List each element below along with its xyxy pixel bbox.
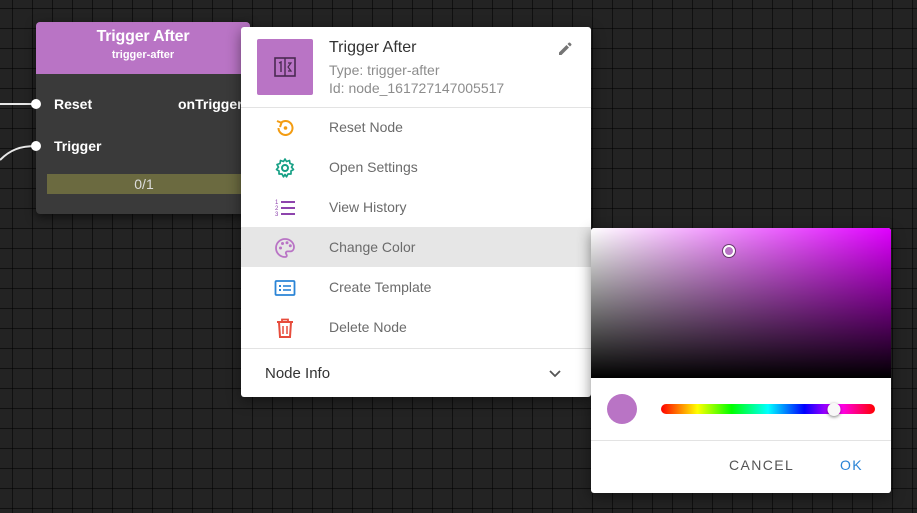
- node-info-toggle[interactable]: Node Info: [265, 365, 330, 382]
- ok-button[interactable]: OK: [840, 457, 863, 473]
- reset-input-port[interactable]: [31, 99, 41, 109]
- node-subtitle: trigger-after: [111, 49, 175, 61]
- menu-item-label: Create Template: [329, 279, 432, 295]
- saturation-value-area[interactable]: [591, 228, 891, 378]
- node-context-menu: Trigger After Type: trigger-after Id: no…: [241, 27, 591, 397]
- menu-item-label: Open Settings: [329, 159, 418, 175]
- svg-text:3: 3: [275, 212, 279, 218]
- menu-item-open-settings[interactable]: Open Settings: [241, 147, 591, 187]
- node-title: Trigger After: [96, 28, 190, 45]
- list-icon: 1 2 3: [275, 200, 295, 218]
- cancel-button[interactable]: CANCEL: [729, 457, 794, 473]
- trigger-input-label: Trigger: [54, 138, 102, 154]
- menu-item-reset-node[interactable]: Reset Node: [241, 107, 591, 147]
- picker-divider: [591, 440, 891, 441]
- color-picker: CANCEL OK: [591, 228, 891, 493]
- menu-item-label: Change Color: [329, 239, 416, 255]
- selected-color-swatch: [607, 394, 637, 424]
- menu-node-type: Type: trigger-after: [329, 62, 440, 78]
- ontrigger-output-label: onTrigger: [178, 96, 243, 112]
- menu-item-delete-node[interactable]: Delete Node: [241, 307, 591, 347]
- node-header[interactable]: Trigger After trigger-after: [36, 22, 250, 74]
- menu-divider: [241, 348, 591, 349]
- reset-input-label: Reset: [54, 96, 93, 112]
- reset-icon: [276, 119, 294, 136]
- saturation-value-handle[interactable]: [723, 244, 735, 257]
- chevron-down-icon[interactable]: [547, 365, 563, 381]
- trigger-input-port[interactable]: [31, 141, 41, 151]
- menu-item-label: View History: [329, 199, 407, 215]
- menu-node-title: Trigger After: [329, 39, 417, 56]
- node-progress: 0/1: [47, 174, 241, 194]
- menu-node-id: Id: node_161727147005517: [329, 80, 505, 96]
- menu-item-label: Delete Node: [329, 319, 407, 335]
- menu-item-view-history[interactable]: 1 2 3 View History: [241, 187, 591, 227]
- menu-item-label: Reset Node: [329, 119, 403, 135]
- palette-icon: [275, 238, 295, 258]
- menu-item-change-color[interactable]: Change Color: [241, 227, 591, 267]
- menu-item-create-template[interactable]: Create Template: [241, 267, 591, 307]
- hue-slider[interactable]: [661, 404, 875, 414]
- trigger-after-node[interactable]: Trigger After trigger-after Reset onTrig…: [31, 22, 250, 214]
- trash-icon: [277, 318, 293, 338]
- hue-slider-handle[interactable]: [827, 403, 841, 416]
- gear-icon: [275, 158, 295, 178]
- template-icon: [274, 280, 296, 296]
- node-type-icon: [257, 39, 313, 95]
- pencil-icon[interactable]: [557, 41, 573, 57]
- menu-header: Trigger After Type: trigger-after Id: no…: [241, 27, 591, 108]
